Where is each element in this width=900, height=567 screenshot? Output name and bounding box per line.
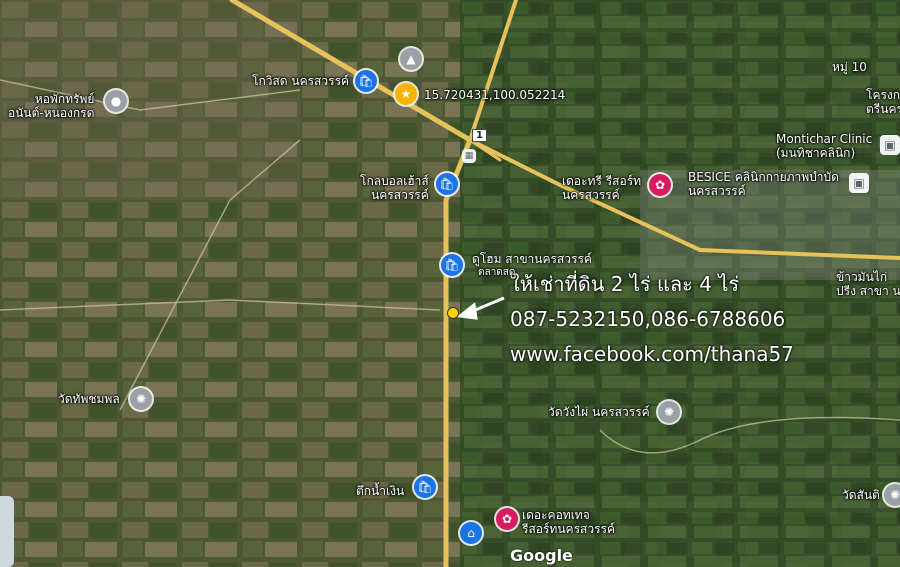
temple-icon[interactable]: ✺ (884, 484, 900, 506)
area-label: โครงก ตรีนคร (866, 88, 900, 116)
place-icon[interactable]: ● (105, 90, 127, 112)
place-label-wat-santi[interactable]: วัดสันติ (842, 488, 880, 502)
map-corner-control[interactable] (0, 496, 14, 567)
coordinates-label: 15.720431,100.052214 (424, 88, 566, 102)
clinic-icon[interactable]: ▣ (849, 173, 869, 193)
location-marker[interactable] (448, 308, 458, 318)
temple-icon[interactable]: ✺ (658, 401, 680, 423)
place-label-besice[interactable]: BESICE คลินิกกายภาพบำบัด นครสวรรค์ (688, 170, 839, 198)
road-number-badge: 1 (472, 129, 487, 142)
google-logo: Google (510, 546, 573, 565)
place-label-dorm[interactable]: หอพักทรัพย์ อนันต์-หนองกรด (8, 92, 94, 120)
satellite-map[interactable] (0, 0, 900, 567)
place-label-thetree[interactable]: เดอะทรี รีสอร์ท นครสวรรค์ (562, 174, 641, 202)
star-icon[interactable]: ★ (395, 83, 417, 105)
place-label-cottage[interactable]: เดอะคอทเทจ รีสอร์ทนครสวรรค์ (522, 508, 615, 536)
hotel-icon[interactable]: ✿ (649, 174, 671, 196)
village-label: หมู่ 10 (832, 60, 867, 74)
overlay-phones: 087-5232150,086-6788606 (510, 307, 786, 331)
shopping-bag-icon[interactable]: 🛍 (436, 173, 458, 195)
place-label-kowisot[interactable]: โกวิสด นครสวรรค์ (252, 74, 349, 88)
place-label-montichar[interactable]: Montichar Clinic (มนทิชาคลินิก) (776, 132, 872, 160)
overlay-facebook: www.facebook.com/thana57 (510, 342, 794, 366)
place-label-chicken-rice[interactable]: ข้าวมันไก่ ปรีง สาขา นค (836, 270, 900, 298)
shopping-bag-icon[interactable]: 🛍 (355, 70, 377, 92)
place-label-globalhouse[interactable]: โกลบอลเฮ้าส์ นครสวรรค์ (360, 174, 429, 202)
place-label-wat-thapchom[interactable]: วัดทัพชมพล (58, 392, 120, 406)
overlay-title: ให้เช่าที่ดิน 2 ไร่ และ 4 ไร่ (510, 272, 740, 296)
temple-icon[interactable]: ✺ (130, 388, 152, 410)
hotel-icon[interactable]: ✿ (496, 508, 518, 530)
transit-icon[interactable]: ▦ (462, 149, 476, 163)
place-label-dohome[interactable]: ดูโฮม สาขานครสวรรค์ (472, 252, 592, 266)
shopping-bag-icon[interactable]: 🛍 (441, 254, 463, 276)
place-label-market[interactable]: ตลาดสด (478, 266, 515, 280)
shopping-bag-icon[interactable]: 🛍 (414, 476, 436, 498)
school-icon[interactable]: ▲ (400, 48, 422, 70)
home-icon[interactable]: ⌂ (460, 522, 482, 544)
place-label-tuk-namngoen[interactable]: ตึกน้ำเงิน (356, 484, 404, 498)
place-label-wat-wangphai[interactable]: วัดวังไผ่ นครสวรรค์ (548, 405, 650, 419)
clinic-icon[interactable]: ▣ (880, 135, 900, 155)
